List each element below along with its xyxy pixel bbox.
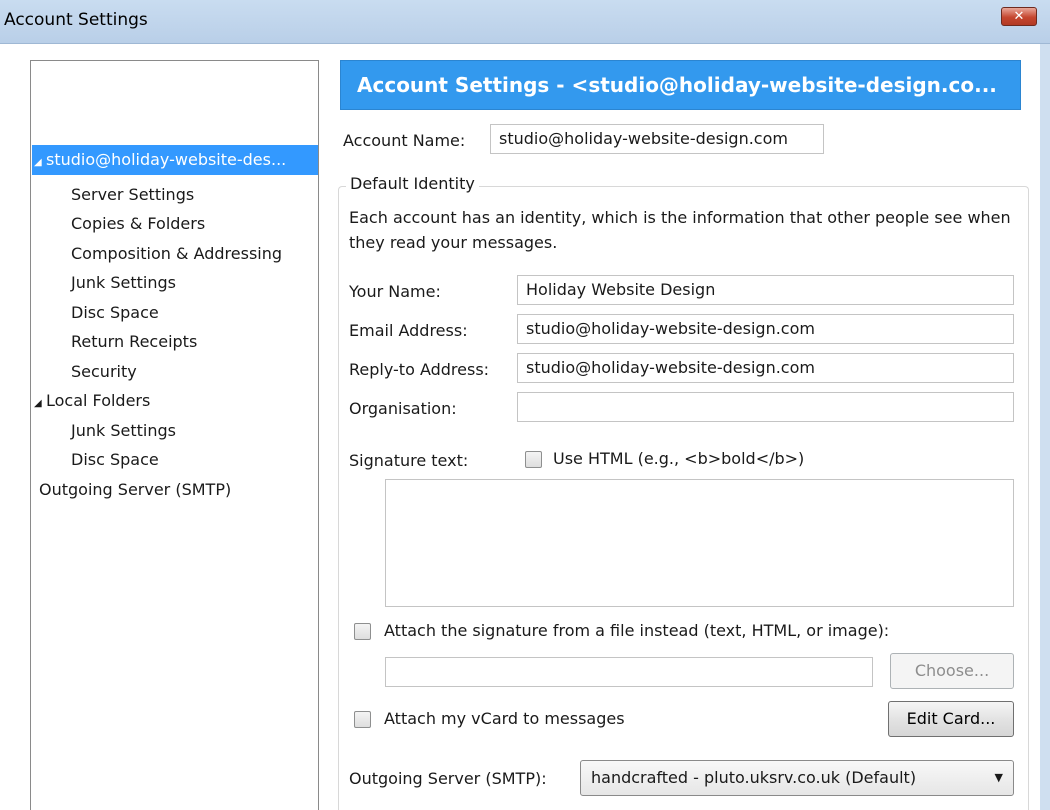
tree-item-security[interactable]: Security (71, 357, 137, 387)
tree-item-local-junk-settings[interactable]: Junk Settings (71, 416, 176, 446)
tree-item-outgoing-server[interactable]: Outgoing Server (SMTP) (39, 475, 231, 505)
default-identity-caption: Default Identity (346, 173, 479, 195)
email-address-label: Email Address: (349, 321, 468, 340)
expand-twisty-icon[interactable]: ◢ (34, 148, 46, 178)
signature-text-area[interactable] (385, 479, 1014, 607)
tree-item-label: Junk Settings (71, 421, 176, 440)
dropdown-arrow-icon: ▼ (994, 771, 1003, 784)
use-html-checkbox[interactable] (525, 451, 542, 468)
tree-item-return-receipts[interactable]: Return Receipts (71, 327, 197, 357)
attach-vcard-checkbox[interactable] (354, 711, 371, 728)
signature-text-label: Signature text: (349, 451, 469, 470)
outgoing-server-label: Outgoing Server (SMTP): (349, 769, 547, 788)
account-name-field[interactable]: studio@holiday-website-design.com (490, 124, 824, 154)
tree-item-label: Return Receipts (71, 332, 198, 351)
reply-to-field[interactable]: studio@holiday-website-design.com (517, 353, 1014, 383)
close-button[interactable]: ✕ (1001, 7, 1037, 26)
edit-card-button[interactable]: Edit Card... (888, 701, 1014, 737)
your-name-field[interactable]: Holiday Website Design (517, 275, 1014, 305)
identity-description: Each account has an identity, which is t… (349, 208, 1011, 252)
signature-file-field[interactable] (385, 657, 873, 687)
title-bar: Account Settings ✕ (0, 0, 1050, 44)
expand-twisty-icon[interactable]: ◢ (34, 389, 46, 419)
account-tree[interactable]: ◢ studio@holiday-website-des... Server Se… (30, 60, 319, 810)
tree-item-label: Junk Settings (71, 273, 176, 292)
account-name-label: Account Name: (343, 130, 465, 152)
outgoing-server-value: handcrafted - pluto.uksrv.co.uk (Default… (591, 768, 917, 787)
attach-signature-checkbox[interactable] (354, 623, 371, 640)
attach-vcard-label[interactable]: Attach my vCard to messages (384, 708, 625, 730)
tree-item-label: Server Settings (71, 185, 195, 204)
tree-item-label: Composition & Addressing (71, 244, 283, 263)
outgoing-server-select[interactable]: handcrafted - pluto.uksrv.co.uk (Default… (580, 760, 1014, 796)
use-html-label[interactable]: Use HTML (e.g., <b>bold</b>) (553, 448, 804, 470)
window-title: Account Settings (4, 10, 148, 30)
reply-to-label: Reply-to Address: (349, 360, 490, 379)
tree-item-label: Copies & Folders (71, 214, 206, 233)
tree-item-local-disc-space[interactable]: Disc Space (71, 445, 159, 475)
choose-file-button[interactable]: Choose... (890, 653, 1014, 689)
label-text: Account Name: (343, 131, 466, 150)
email-address-field[interactable]: studio@holiday-website-design.com (517, 314, 1014, 344)
account-settings-window: Account Settings ✕ ◢ studio@holiday-websi… (0, 0, 1050, 810)
organisation-label: Organisation: (349, 399, 457, 418)
tree-item-label: Disc Space (71, 303, 159, 322)
tree-item-disc-space[interactable]: Disc Space (71, 298, 159, 328)
organisation-field[interactable] (517, 392, 1014, 422)
page-title: Account Settings - <studio@holiday-websi… (340, 60, 1021, 110)
window-border (1040, 44, 1050, 810)
attach-signature-label[interactable]: Attach the signature from a file instead… (384, 620, 889, 642)
tree-item-local-folders[interactable]: ◢ Local Folders (34, 386, 150, 416)
tree-item-studio-account[interactable]: ◢ studio@holiday-website-des... (32, 145, 318, 175)
tree-item-junk-settings[interactable]: Junk Settings (71, 268, 176, 298)
tree-item-label: Local Folders (46, 391, 151, 410)
your-name-label: Your Name: (349, 282, 441, 301)
tree-item-label: studio@holiday-website-des... (46, 150, 287, 169)
tree-item-label: Security (71, 362, 137, 381)
tree-item-label: Disc Space (71, 450, 159, 469)
tree-item-copies-folders[interactable]: Copies & Folders (71, 209, 205, 239)
tree-item-composition-addressing[interactable]: Composition & Addressing (71, 239, 282, 269)
tree-item-label: Outgoing Server (SMTP) (39, 480, 232, 499)
tree-item-server-settings[interactable]: Server Settings (71, 180, 194, 210)
